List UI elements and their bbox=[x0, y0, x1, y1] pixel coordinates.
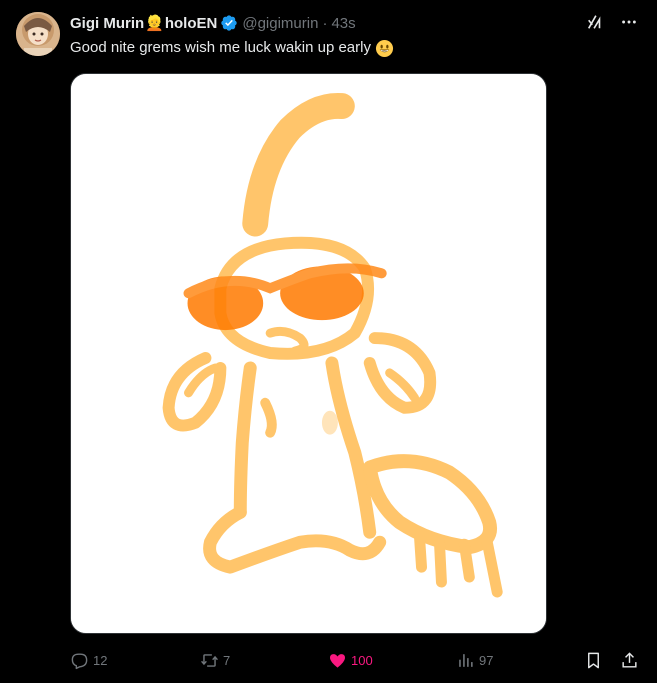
reply-button[interactable]: 12 bbox=[70, 648, 107, 672]
tweet-top-actions bbox=[585, 12, 639, 32]
views-button[interactable]: 97 bbox=[456, 648, 493, 672]
retweet-button[interactable]: 7 bbox=[200, 648, 230, 672]
timestamp[interactable]: 43s bbox=[331, 15, 355, 32]
tweet-text: Good nite grems wish me luck wakin up ea… bbox=[70, 39, 371, 56]
like-count: 100 bbox=[351, 652, 373, 668]
tweet-header: Gigi Murin 👱 holoEN @gigimurin · 43s bbox=[70, 13, 356, 33]
separator: · bbox=[322, 14, 328, 32]
like-button[interactable]: 100 bbox=[328, 648, 373, 672]
heart-icon bbox=[328, 651, 347, 670]
verified-badge-icon bbox=[220, 14, 238, 32]
views-icon bbox=[456, 651, 475, 670]
reply-icon bbox=[70, 651, 89, 670]
reply-count: 12 bbox=[93, 652, 108, 668]
display-name-suffix[interactable]: holoEN bbox=[165, 15, 218, 32]
retweet-count: 7 bbox=[223, 652, 231, 668]
tweet-image[interactable] bbox=[70, 73, 547, 634]
share-button[interactable] bbox=[620, 648, 639, 672]
bookmark-button[interactable] bbox=[584, 648, 603, 672]
grok-icon[interactable] bbox=[585, 12, 605, 32]
retweet-icon bbox=[200, 651, 219, 670]
tweet-actions: 12 7 100 97 bbox=[70, 648, 640, 672]
avatar[interactable] bbox=[16, 12, 60, 56]
tweet-text-row: Good nite grems wish me luck wakin up ea… bbox=[70, 38, 394, 58]
orange-drawing bbox=[71, 74, 546, 633]
tweet[interactable]: Gigi Murin 👱 holoEN @gigimurin · 43s Goo… bbox=[0, 0, 657, 683]
more-dots-icon[interactable] bbox=[619, 12, 639, 32]
display-name[interactable]: Gigi Murin bbox=[70, 15, 144, 32]
bookmark-icon bbox=[584, 651, 603, 670]
name-emoji: 👱 bbox=[145, 15, 164, 32]
views-count: 97 bbox=[479, 652, 494, 668]
handle[interactable]: @gigimurin bbox=[242, 15, 318, 32]
smiling-face-emoji bbox=[375, 39, 394, 58]
share-icon bbox=[620, 651, 639, 670]
